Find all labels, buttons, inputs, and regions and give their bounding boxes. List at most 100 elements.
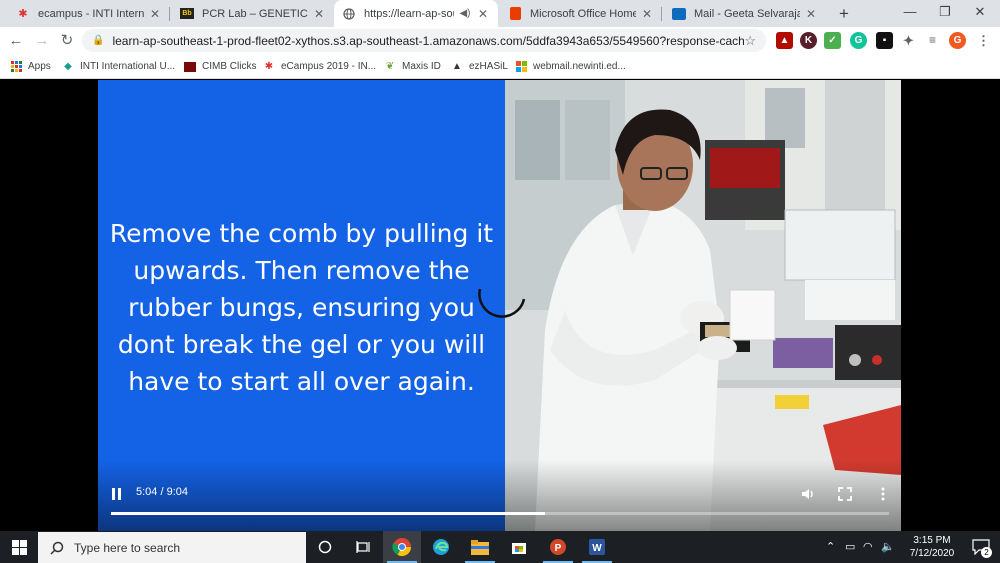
tab-strip: ✱ ecampus - INTI International ✕ Bb PCR … [0, 0, 1000, 27]
tab-separator [169, 7, 170, 21]
microsoft-icon [515, 61, 527, 73]
close-icon[interactable]: ✕ [476, 7, 490, 21]
tab-pcr-lab[interactable]: Bb PCR Lab – GENETICS 1 ✕ [172, 0, 334, 27]
svg-text:P: P [555, 543, 562, 554]
clock-time: 3:15 PM [913, 535, 951, 546]
system-clock[interactable]: 3:15 PM 7/12/2020 [904, 534, 960, 560]
tab-mail[interactable]: Mail - Geeta Selvarajah Ass ✕ [664, 0, 826, 27]
ezhasil-icon: ▲ [452, 61, 462, 72]
bookmark-apps[interactable]: Apps [10, 58, 51, 75]
browser-toolbar: ← → ↻ 🔒 learn-ap-southeast-1-prod-fleet0… [0, 27, 1000, 54]
bookmark-ezhasil[interactable]: ▲ ezHASiL [451, 58, 508, 75]
close-icon[interactable]: ✕ [640, 7, 654, 21]
video-progress-bar[interactable] [111, 512, 889, 515]
bookmark-label: Maxis ID [402, 61, 441, 72]
bookmark-webmail[interactable]: webmail.newinti.ed... [515, 58, 626, 75]
bookmark-inti[interactable]: ◆ INTI International U... [62, 58, 175, 75]
profile-avatar[interactable]: G [949, 32, 966, 49]
clock-date: 7/12/2020 [909, 548, 955, 559]
bookmark-star-icon[interactable]: ☆ [744, 33, 756, 49]
tab-title: Microsoft Office Home [530, 7, 636, 20]
inti-bookmark-icon: ◆ [64, 61, 72, 72]
lock-icon[interactable]: 🔒 [92, 35, 104, 46]
inti-star-icon: ✱ [18, 8, 28, 20]
controls-overlay [98, 460, 901, 531]
tab-title: ecampus - INTI International [38, 7, 144, 20]
speaker-icon[interactable]: ◀) [458, 8, 472, 19]
address-bar[interactable]: 🔒 learn-ap-southeast-1-prod-fleet02-xyth… [82, 29, 766, 52]
apps-grid-icon [10, 61, 22, 73]
svg-text:W: W [592, 543, 602, 554]
maxis-icon: ❦ [385, 61, 395, 72]
url-text: learn-ap-southeast-1-prod-fleet02-xythos… [112, 33, 745, 48]
search-icon [50, 541, 64, 555]
bookmarks-bar: Apps ◆ INTI International U... CIMB Clic… [0, 54, 1000, 79]
more-options-icon[interactable] [875, 486, 891, 502]
instruction-caption: Remove the comb by pulling it upwards. T… [109, 218, 494, 396]
tab-separator [661, 7, 662, 21]
store-icon[interactable] [500, 531, 538, 563]
volume-icon[interactable] [800, 486, 816, 502]
media-queue-icon[interactable]: ≡ [924, 32, 941, 49]
notification-center-icon[interactable]: 2 [962, 531, 1000, 563]
check-extension-icon[interactable]: ✓ [824, 32, 841, 49]
word-icon[interactable]: W [578, 531, 616, 563]
bookmark-label: CIMB Clicks [202, 61, 257, 72]
close-icon[interactable]: ✕ [148, 7, 162, 21]
cortana-icon[interactable] [306, 531, 344, 563]
bookmark-label: eCampus 2019 - IN... [281, 61, 377, 72]
puzzle-icon[interactable]: ✦ [900, 32, 917, 49]
more-menu-icon[interactable]: ⋮ [975, 32, 992, 49]
close-window-button[interactable]: ✕ [958, 0, 1000, 27]
pdf-extension-icon[interactable]: ▲ [776, 32, 793, 49]
video-player[interactable]: Remove the comb by pulling it upwards. T… [0, 80, 1000, 531]
edge-taskbar-icon[interactable] [422, 531, 460, 563]
loading-spinner-icon [478, 288, 526, 318]
bookmark-label: webmail.newinti.ed... [533, 61, 626, 72]
fullscreen-icon[interactable] [837, 486, 853, 502]
back-button[interactable]: ← [6, 31, 26, 51]
tab-office-home[interactable]: Microsoft Office Home ✕ [500, 0, 662, 27]
windows-taskbar: Type here to search P W ⌃ ▭ ◠ 🔈 3:15 PM … [0, 531, 1000, 563]
powerpoint-icon[interactable]: P [539, 531, 577, 563]
globe-icon [342, 7, 356, 21]
bookmark-label: Apps [28, 61, 51, 72]
video-timecode: 5:04 / 9:04 [136, 486, 188, 498]
bookmark-label: ezHASiL [469, 61, 508, 72]
chevron-up-icon[interactable]: ⌃ [826, 540, 835, 553]
bookmark-ecampus[interactable]: ✱ eCampus 2019 - IN... [263, 58, 376, 75]
outlook-icon [672, 7, 686, 21]
pause-icon[interactable] [110, 485, 124, 503]
cimb-icon [184, 61, 196, 73]
bookmark-maxis[interactable]: ❦ Maxis ID [384, 58, 441, 75]
extension-dark-icon[interactable]: ▪ [876, 32, 893, 49]
tab-title: Mail - Geeta Selvarajah Ass [694, 7, 800, 20]
close-icon[interactable]: ✕ [804, 7, 818, 21]
new-tab-button[interactable]: + [834, 4, 854, 24]
reload-button[interactable]: ↻ [57, 31, 77, 51]
taskbar-search[interactable]: Type here to search [38, 532, 306, 563]
file-explorer-icon[interactable] [461, 531, 499, 563]
search-placeholder: Type here to search [74, 540, 181, 555]
site-logo-icon: Bb [180, 7, 194, 21]
inti-star-icon: ✱ [264, 61, 274, 72]
battery-icon[interactable]: ▭ [845, 540, 855, 553]
chrome-taskbar-icon[interactable] [383, 531, 421, 563]
bookmark-label: INTI International U... [80, 61, 176, 72]
grammarly-icon[interactable]: G [850, 32, 867, 49]
close-icon[interactable]: ✕ [312, 7, 326, 21]
windows-start-icon[interactable] [0, 531, 38, 563]
volume-tray-icon[interactable]: 🔈 [881, 540, 895, 553]
extension-k-icon[interactable]: K [800, 32, 817, 49]
bookmark-cimb[interactable]: CIMB Clicks [184, 58, 256, 75]
forward-button[interactable]: → [32, 31, 52, 51]
video-progress-fill [111, 512, 546, 515]
tab-video-active[interactable]: https://learn-ap-southe ◀) ✕ [334, 0, 498, 27]
tab-title: https://learn-ap-southe [364, 7, 454, 20]
tab-ecampus[interactable]: ✱ ecampus - INTI International ✕ [8, 0, 170, 27]
notification-count: 2 [981, 547, 992, 558]
wifi-icon[interactable]: ◠ [863, 540, 873, 553]
tab-title: PCR Lab – GENETICS 1 [202, 7, 308, 20]
office-icon [508, 7, 522, 21]
task-view-icon[interactable] [344, 531, 382, 563]
